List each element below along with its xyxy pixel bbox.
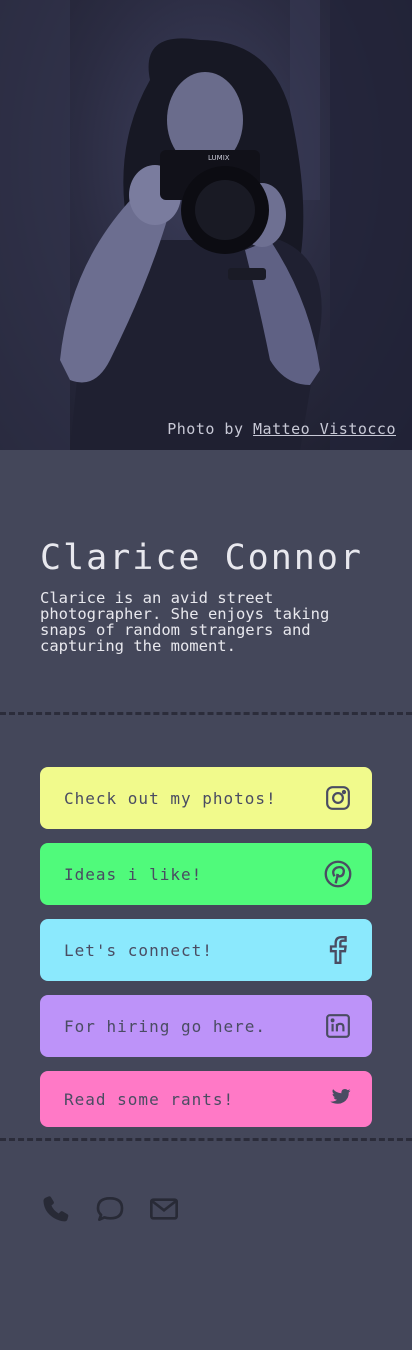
mail-icon[interactable]	[148, 1193, 180, 1225]
credit-prefix: Photo by	[167, 420, 254, 438]
chat-icon[interactable]	[94, 1193, 126, 1225]
profile-name: Clarice Connor	[40, 538, 364, 578]
contact-bar	[0, 1141, 412, 1277]
phone-icon[interactable]	[40, 1193, 72, 1225]
profile-section: Clarice Connor Clarice is an avid street…	[0, 450, 412, 712]
photographer-link[interactable]: Matteo Vistocco	[253, 420, 396, 438]
link-hiring[interactable]: For hiring go here.	[40, 995, 372, 1057]
linkedin-icon	[324, 1012, 352, 1040]
pinterest-icon	[324, 860, 352, 888]
camera-brand: LUMIX	[208, 154, 230, 162]
photographer-image: LUMIX	[0, 0, 412, 450]
facebook-icon	[324, 936, 352, 964]
instagram-icon	[324, 784, 352, 812]
link-label: For hiring go here.	[64, 1016, 267, 1036]
profile-bio: Clarice is an avid street photographer. …	[40, 589, 330, 655]
photo-credit: Photo by Matteo Vistocco	[167, 420, 396, 438]
hero-photo: LUMIX Photo by Matteo Vistocco	[0, 0, 412, 450]
link-photos[interactable]: Check out my photos!	[40, 767, 372, 829]
link-label: Ideas i like!	[64, 864, 203, 884]
links-list: Check out my photos! Ideas i like! Let's…	[0, 715, 412, 1138]
link-connect[interactable]: Let's connect!	[40, 919, 372, 981]
link-ideas[interactable]: Ideas i like!	[40, 843, 372, 905]
link-label: Check out my photos!	[64, 788, 277, 808]
link-label: Let's connect!	[64, 940, 213, 960]
twitter-icon	[324, 1085, 352, 1113]
link-label: Read some rants!	[64, 1089, 235, 1109]
link-rants[interactable]: Read some rants!	[40, 1071, 372, 1127]
